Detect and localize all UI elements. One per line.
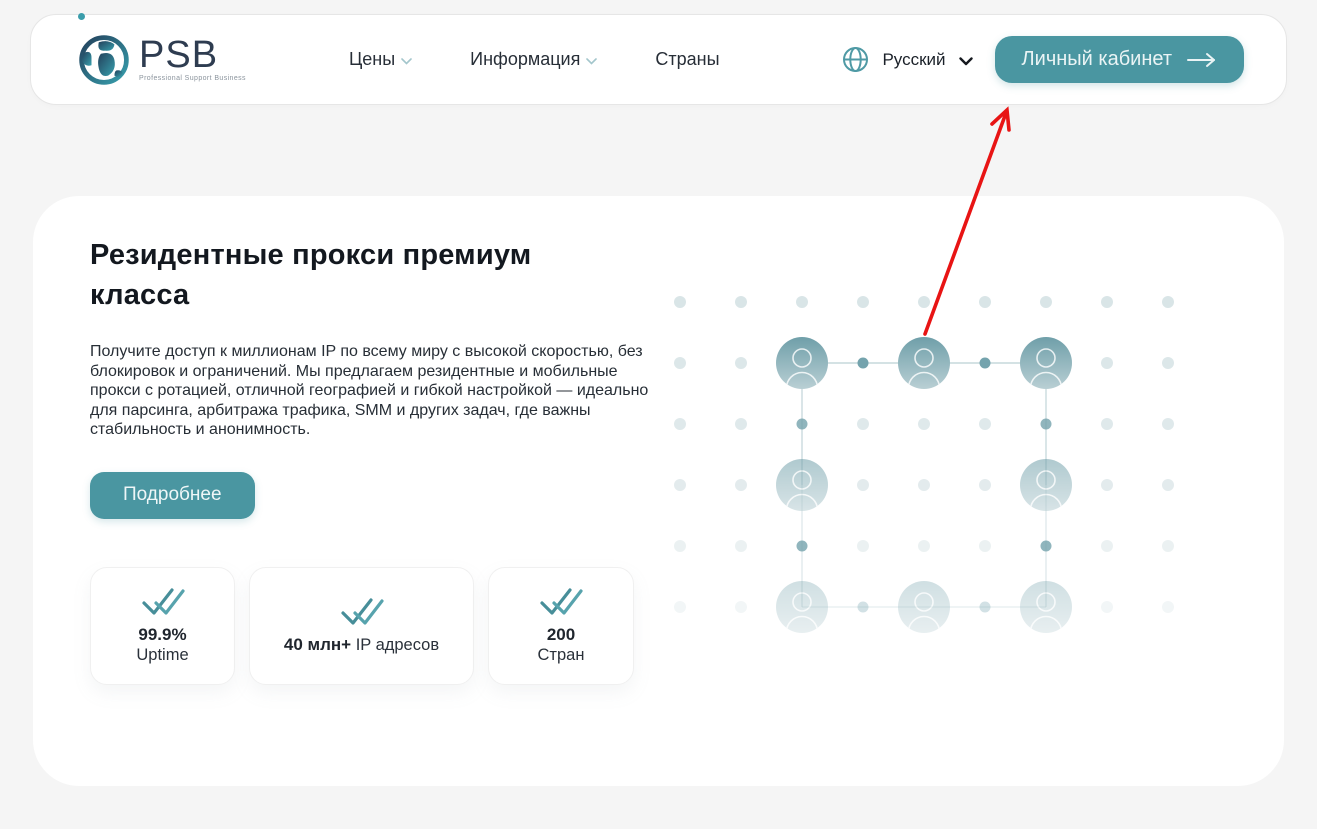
stat-card-uptime: 99.9% Uptime xyxy=(90,567,235,685)
header: PSB Professional Support Business Цены И… xyxy=(30,14,1287,105)
page-title: Резидентные прокси премиум класса xyxy=(90,235,610,315)
hero-card: Резидентные прокси премиум класса Получи… xyxy=(33,196,1284,786)
chevron-down-icon xyxy=(586,58,597,65)
hero-description: Получите доступ к миллионам IP по всему … xyxy=(90,342,656,440)
nav-item-prices[interactable]: Цены xyxy=(349,49,412,70)
language-label: Русский xyxy=(882,50,945,70)
stat-card-countries: 200 Стран xyxy=(488,567,634,685)
stat-value: 40 млн+ xyxy=(284,635,351,654)
chevron-down-icon xyxy=(959,57,973,66)
chevron-down-icon xyxy=(401,58,412,65)
account-button[interactable]: Личный кабинет xyxy=(995,36,1244,83)
stat-card-ip-addresses: 40 млн+ IP адресов xyxy=(249,567,474,685)
stat-value: 99.9% xyxy=(138,625,186,644)
double-check-icon xyxy=(538,587,584,617)
details-button[interactable]: Подробнее xyxy=(90,472,255,519)
network-avatars-graphic xyxy=(647,275,1187,635)
stats-row: 99.9% Uptime 40 млн+ IP адресов xyxy=(90,567,690,685)
stat-value: 200 xyxy=(547,625,575,644)
language-selector[interactable]: Русский xyxy=(842,46,972,73)
logo-accent-dot xyxy=(78,13,85,20)
logo[interactable]: PSB Professional Support Business xyxy=(79,35,246,85)
stat-label: IP адресов xyxy=(356,636,439,654)
stat-label: Стран xyxy=(538,645,585,665)
globe-outline-icon xyxy=(842,46,869,73)
double-check-icon xyxy=(339,597,385,627)
double-check-icon xyxy=(140,587,186,617)
logo-name: PSB xyxy=(139,37,246,73)
arrow-right-icon xyxy=(1186,52,1217,68)
nav-item-countries[interactable]: Страны xyxy=(655,49,719,70)
logo-tagline: Professional Support Business xyxy=(139,75,246,82)
nav-item-information[interactable]: Информация xyxy=(470,49,597,70)
globe-icon xyxy=(79,35,129,85)
stat-label: Uptime xyxy=(136,645,188,665)
main-nav: Цены Информация Страны xyxy=(349,49,720,70)
